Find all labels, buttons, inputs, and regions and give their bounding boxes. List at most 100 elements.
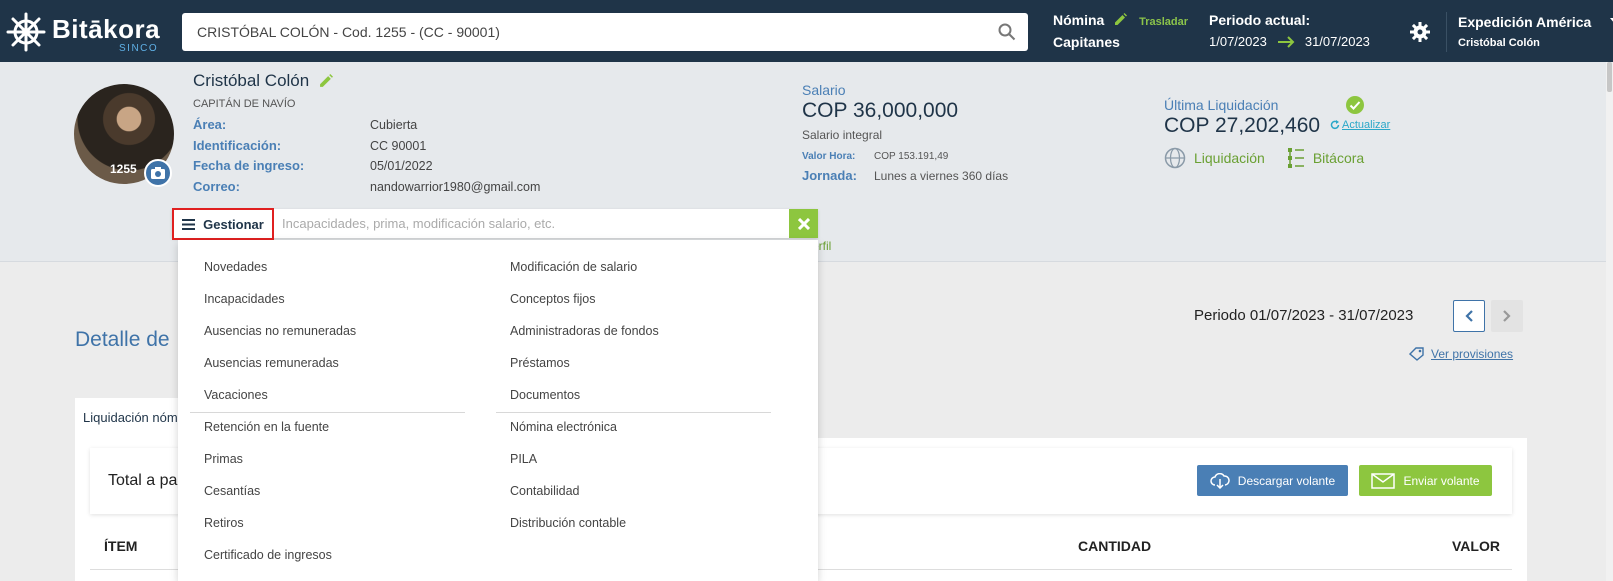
gestionar-bar: Gestionar [172,208,818,240]
company-user: Cristóbal Colón [1458,37,1540,49]
jornada-label: Jornada: [802,168,857,183]
salario-label: Salario [802,82,846,98]
prev-period-button[interactable] [1453,300,1485,332]
gestionar-button[interactable]: Gestionar [172,208,274,240]
liquidacion-label: Liquidación [1194,150,1265,166]
field-label-area: Área: [193,117,227,132]
menu-item-documentos[interactable]: Documentos [510,388,580,402]
field-value-id: CC 90001 [370,139,427,153]
employee-name: Cristóbal Colón [193,71,310,90]
menu-item-administradoras[interactable]: Administradoras de fondos [510,324,659,338]
ultima-liquidacion-value: COP 27,202,460 [1164,114,1321,137]
scrollbar-thumb[interactable] [1607,62,1612,92]
field-label-id: Identificación: [193,138,282,153]
menu-item-retiros[interactable]: Retiros [204,516,244,530]
employee-name-row: Cristóbal Colón [193,71,334,91]
ver-provisiones-label: Ver provisiones [1431,347,1514,361]
close-button[interactable] [789,209,818,238]
gear-icon[interactable] [1410,22,1430,42]
col-item: ÍTEM [104,538,138,554]
periodo-actual: Periodo actual: 1/07/2023 31/07/2023 [1209,12,1370,49]
periodo-start: 1/07/2023 [1209,34,1267,49]
globe-icon [1164,147,1186,169]
menu-item-certificado-ingresos[interactable]: Certificado de ingresos [204,548,332,562]
top-bar: Bitākora SINCO Nómina Trasladar Capitane… [0,0,1613,62]
periodo-nav-label: Periodo 01/07/2023 - 31/07/2023 [1194,307,1414,324]
gestionar-label: Gestionar [203,216,264,232]
employee-search[interactable] [182,13,1028,51]
gestionar-search-input[interactable] [282,209,782,238]
menu-item-nomina-electronica[interactable]: Nómina electrónica [510,420,617,434]
check-circle-icon [1346,96,1364,114]
menu-item-conceptos-fijos[interactable]: Conceptos fijos [510,292,595,306]
field-value-area: Cubierta [370,118,418,132]
col-valor: VALOR [1452,538,1500,554]
employee-role: CAPITÁN DE NAVÍO [193,98,296,110]
salario-type: Salario integral [802,128,883,142]
quick-links: Liquidación Bitácora [1164,147,1386,169]
periodo-end: 31/07/2023 [1304,34,1370,49]
nomina-title: Nómina [1053,12,1105,28]
search-icon[interactable] [998,23,1016,41]
gestionar-menu: Novedades Incapacidades Ausencias no rem… [178,240,818,581]
menu-item-cesantias[interactable]: Cesantías [204,484,260,498]
bitacora-link[interactable]: Bitácora [1287,147,1364,169]
liquidacion-link[interactable]: Liquidación [1164,147,1265,169]
menu-item-ausencias-no-remuneradas[interactable]: Ausencias no remuneradas [204,324,356,338]
field-label-correo: Correo: [193,179,240,194]
actualizar-link[interactable]: Actualizar [1330,119,1390,131]
menu-item-prestamos[interactable]: Préstamos [510,356,570,370]
enviar-volante-button[interactable]: Enviar volante [1359,465,1492,496]
brand-name: Bitākora [52,14,161,44]
hamburger-icon [182,218,196,230]
refresh-icon [1330,120,1340,130]
bitacora-label: Bitácora [1312,150,1365,166]
menu-item-incapacidades[interactable]: Incapacidades [204,292,285,306]
periodo-label: Periodo actual: [1209,12,1311,28]
chevron-right-icon [1503,310,1511,322]
menu-item-vacaciones[interactable]: Vacaciones [204,388,268,402]
pencil-icon[interactable] [1114,13,1128,26]
cloud-download-icon [1210,472,1230,489]
menu-item-pila[interactable]: PILA [510,452,537,466]
app-logo[interactable]: Bitākora SINCO [6,10,166,54]
descargar-volante-button[interactable]: Descargar volante [1197,465,1348,496]
edit-icon[interactable] [319,74,334,88]
tab-liquidacion-nomina[interactable]: Liquidación nóm [75,398,185,438]
next-period-button[interactable] [1491,300,1523,332]
employee-code: 1255 [110,162,137,176]
close-icon [797,217,810,230]
menu-item-ausencias-remuneradas[interactable]: Ausencias remuneradas [204,356,339,370]
menu-divider [496,412,771,413]
menu-item-distribucion-contable[interactable]: Distribución contable [510,516,626,530]
ultima-liquidacion-label: Última Liquidación [1164,97,1279,113]
camera-icon [151,167,165,179]
col-cantidad: CANTIDAD [1078,538,1152,554]
nomina-name: Capitanes [1053,34,1120,50]
company-name: Expedición América [1458,14,1592,30]
camera-button[interactable] [144,159,172,187]
tag-icon [1409,347,1424,361]
field-value-correo: nandowarrior1980@gmail.com [370,180,541,194]
search-input[interactable] [182,13,982,51]
field-value-fecha: 05/01/2022 [370,159,433,173]
ship-wheel-icon [6,12,46,52]
menu-item-primas[interactable]: Primas [204,452,243,466]
menu-item-contabilidad[interactable]: Contabilidad [510,484,580,498]
envelope-icon [1371,472,1396,489]
total-label: Total a pa [108,472,178,489]
scrollbar[interactable] [1606,62,1613,581]
actualizar-label: Actualizar [1342,119,1391,131]
jornada-value: Lunes a viernes 360 días [874,169,1009,183]
company-selector[interactable]: Expedición América Cristóbal Colón [1458,14,1613,49]
menu-item-retencion[interactable]: Retención en la fuente [204,420,329,434]
menu-item-novedades[interactable]: Novedades [204,260,267,274]
timeline-icon [1287,148,1304,168]
menu-item-modificacion-salario[interactable]: Modificación de salario [510,260,637,274]
field-label-fecha: Fecha de ingreso: [193,158,305,173]
ver-provisiones-link[interactable]: Ver provisiones [1409,347,1513,361]
descargar-volante-label: Descargar volante [1237,473,1336,488]
trasladar-link[interactable]: Trasladar [1139,16,1188,28]
arrow-right-icon [1277,35,1295,48]
nomina-info: Nómina Trasladar Capitanes [1053,12,1188,50]
